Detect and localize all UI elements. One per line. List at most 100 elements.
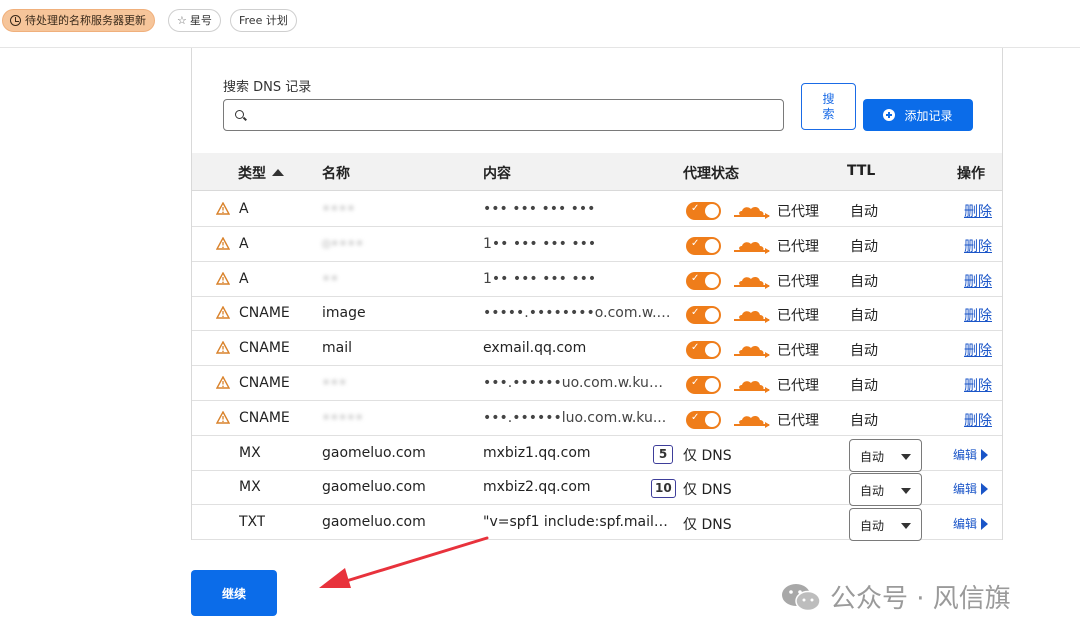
caret-right-icon — [981, 518, 989, 531]
chevron-down-icon — [901, 523, 911, 530]
pending-nameserver-label: 待处理的名称服务器更新 — [25, 14, 146, 27]
record-name: •••• — [322, 201, 356, 217]
star-button[interactable]: ☆ 星号 — [168, 9, 221, 32]
warning-icon — [216, 376, 230, 389]
add-record-button[interactable]: 添加记录 — [863, 99, 973, 131]
edit-link[interactable]: 编辑 — [953, 515, 989, 532]
table-row[interactable]: MX gaomeluo.com mxbiz1.qq.com 5 仅 DNS 自动 编辑 — [192, 436, 1002, 472]
proxy-status-label: 已代理 — [777, 238, 819, 255]
proxy-toggle[interactable] — [686, 341, 721, 360]
proxy-toggle[interactable] — [686, 271, 721, 290]
record-content: "v=spf1 include:spf.mail.... — [483, 514, 671, 531]
orange-cloud-icon — [734, 276, 770, 289]
orange-cloud-icon — [734, 241, 770, 254]
record-name: •• — [322, 270, 339, 287]
ttl-value: 自动 — [850, 308, 878, 325]
record-content: exmail.qq.com — [483, 340, 587, 357]
search-button[interactable]: 搜 索 — [801, 83, 856, 130]
search-icon — [235, 110, 244, 119]
record-type: A — [239, 235, 249, 252]
red-arrow-annotation — [319, 536, 489, 588]
clock-icon — [10, 15, 21, 26]
warning-icon — [216, 236, 230, 250]
warning-icon — [216, 202, 230, 215]
proxy-toggle[interactable] — [686, 236, 721, 255]
ttl-select[interactable]: 自动 — [849, 438, 922, 472]
proxy-status-label: 已代理 — [777, 378, 819, 394]
plan-label: Free 计划 — [239, 14, 288, 27]
ttl-value: 自动 — [850, 378, 878, 394]
proxy-status-label: 已代理 — [777, 308, 819, 325]
record-content: 1•• ••• ••• ••• — [483, 270, 597, 287]
record-type: MX — [239, 479, 261, 496]
chevron-down-icon — [901, 488, 911, 495]
edit-link[interactable]: 编辑 — [953, 480, 989, 497]
proxy-status-label: 已代理 — [777, 204, 819, 220]
record-type: CNAME — [239, 340, 290, 357]
delete-link[interactable]: 删除 — [964, 271, 992, 291]
priority-badge: 5 — [653, 444, 673, 464]
pending-nameserver-pill[interactable]: 待处理的名称服务器更新 — [2, 9, 155, 32]
table-row[interactable]: TXT gaomeluo.com "v=spf1 include:spf.mail.… — [192, 505, 1002, 542]
table-row[interactable]: MX gaomeluo.com mxbiz2.qq.com 10 仅 DNS 自动 编辑 — [192, 470, 1002, 507]
dns-records-panel: 搜索 DNS 记录 搜 索 添加记录 类型 名称 内容 代理状态 TTL 操作 … — [191, 48, 1003, 542]
edit-link-label: 编辑 — [953, 447, 978, 462]
record-name: gaomeluo.com — [322, 479, 426, 496]
delete-link[interactable]: 删除 — [964, 375, 992, 395]
search-input[interactable] — [252, 102, 777, 128]
header-ttl: TTL — [847, 163, 876, 179]
proxy-toggle[interactable] — [686, 306, 721, 325]
edit-link[interactable]: 编辑 — [953, 446, 989, 463]
ttl-value: 自动 — [850, 273, 878, 290]
record-type: CNAME — [239, 409, 290, 426]
header-type[interactable]: 类型 — [238, 163, 284, 183]
orange-cloud-icon — [734, 380, 770, 393]
delete-link[interactable]: 删除 — [964, 305, 992, 325]
record-name: o•••• — [322, 235, 364, 252]
search-field[interactable] — [223, 99, 784, 131]
orange-cloud-icon — [734, 311, 770, 324]
warning-icon — [216, 306, 230, 320]
delete-link[interactable]: 删除 — [964, 236, 992, 256]
sort-ascending-icon — [272, 169, 284, 176]
proxy-toggle[interactable] — [686, 410, 721, 429]
watermark-text: 公众号 · 风信旗 — [830, 584, 1011, 614]
record-type: CNAME — [239, 305, 290, 322]
record-name: gaomeluo.com — [322, 514, 426, 531]
plan-badge[interactable]: Free 计划 — [230, 9, 297, 32]
proxy-status-label: 已代理 — [777, 343, 819, 360]
table-row[interactable]: A •• 1•• ••• ••• ••• 已代理 自动 删除 — [192, 262, 1002, 297]
delete-link[interactable]: 删除 — [964, 410, 992, 430]
record-type: A — [239, 270, 249, 287]
table-row[interactable]: CNAME image •••••.••••••••o.com.w.k... 已代理 自… — [192, 296, 1002, 332]
proxy-toggle[interactable] — [686, 376, 721, 394]
proxy-toggle[interactable] — [686, 202, 721, 220]
continue-button[interactable]: 继续 — [191, 570, 277, 616]
table-row[interactable]: CNAME mail exmail.qq.com 已代理 自动 删除 — [192, 331, 1002, 367]
delete-link[interactable]: 删除 — [964, 340, 992, 360]
ttl-select[interactable]: 自动 — [849, 473, 922, 507]
orange-cloud-icon — [734, 415, 770, 428]
table-row[interactable]: A •••• ••• ••• ••• ••• 已代理 自动 删除 — [192, 192, 1002, 227]
proxy-status-label: 仅 DNS — [683, 482, 732, 499]
header-actions: 操作 — [957, 166, 985, 182]
table-row[interactable]: CNAME ••••• •••.••••••luo.com.w.ku... 已代理 自动… — [192, 401, 1002, 436]
orange-cloud-icon — [734, 206, 770, 219]
ttl-value: 自动 — [850, 412, 878, 429]
star-icon: ☆ — [177, 14, 187, 27]
ttl-value: 自动 — [850, 238, 878, 255]
delete-link[interactable]: 删除 — [964, 201, 992, 221]
edit-link-label: 编辑 — [953, 517, 978, 532]
priority-badge: 10 — [651, 479, 676, 499]
record-type: TXT — [239, 514, 266, 531]
ttl-select[interactable]: 自动 — [849, 508, 922, 542]
record-name: ••••• — [322, 409, 364, 426]
chevron-down-icon — [901, 453, 911, 460]
table-row[interactable]: CNAME ••• •••.••••••uo.com.w.kunl... 已代理 自动 删… — [192, 366, 1002, 401]
plus-circle-icon — [883, 109, 896, 121]
proxy-status-label: 已代理 — [777, 273, 819, 290]
table-row[interactable]: Ao•••• 1•• ••• ••• ••• 已代理 自动 删除 — [192, 227, 1002, 262]
edit-link-label: 编辑 — [953, 482, 978, 497]
orange-cloud-icon — [734, 346, 770, 359]
ttl-select-value: 自动 — [860, 449, 885, 464]
